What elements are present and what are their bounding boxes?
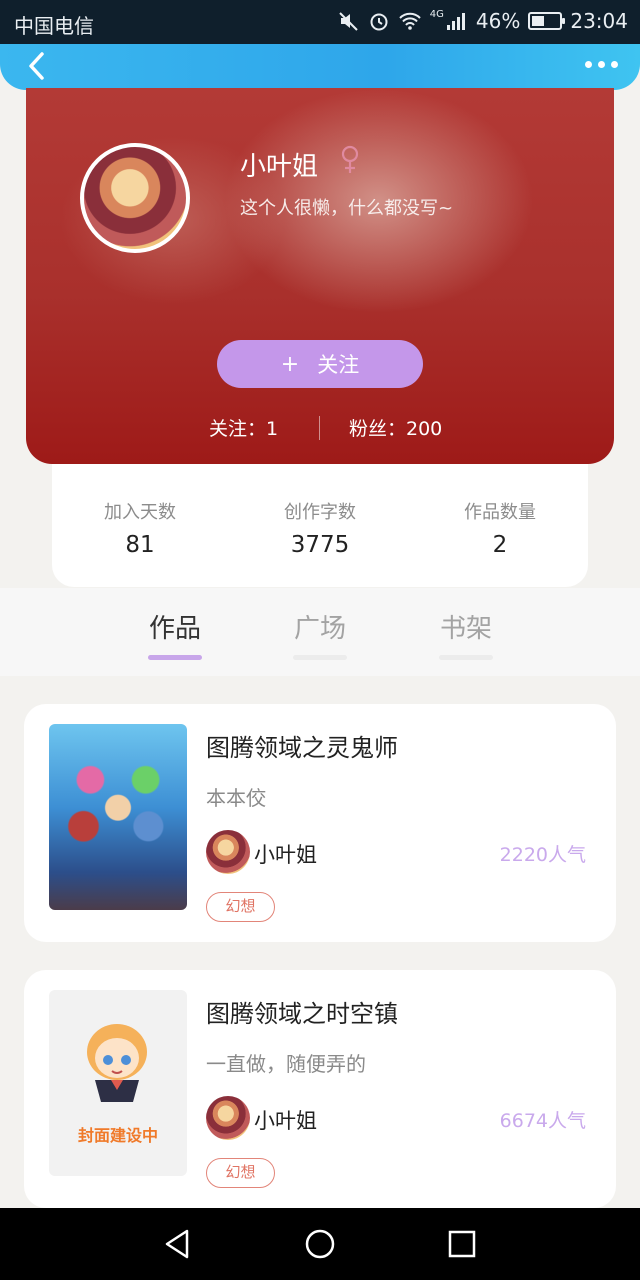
signal-icon	[446, 13, 465, 30]
book-card[interactable]: 封面建设中 图腾领域之时空镇 一直做，随便弄的 小叶姐 6674人气 幻想	[24, 970, 616, 1208]
plus-icon: +	[280, 351, 300, 377]
author-name[interactable]: 小叶姐	[254, 1105, 317, 1135]
book-cover-art	[49, 724, 187, 910]
stat-word-count: 创作字数 3775	[240, 498, 400, 558]
book-cover[interactable]: 封面建设中	[49, 990, 187, 1176]
clock-time: 23:04	[570, 9, 628, 33]
stats-divider	[319, 416, 320, 440]
carrier-name: 中国电信	[14, 14, 94, 38]
profile-header: 小叶姐 这个人很懒，什么都没写~ + 关注 关注：1 粉丝：200	[26, 88, 614, 464]
genre-tag[interactable]: 幻想	[206, 1158, 275, 1188]
user-bio: 这个人很懒，什么都没写~	[240, 198, 454, 219]
follow-button[interactable]: + 关注	[217, 340, 423, 388]
author-name[interactable]: 小叶姐	[254, 839, 317, 869]
book-card[interactable]: 图腾领域之灵鬼师 本本佼 小叶姐 2220人气 幻想	[24, 704, 616, 942]
book-cover[interactable]	[49, 724, 187, 910]
system-home-icon[interactable]	[302, 1226, 338, 1262]
system-back-icon[interactable]	[160, 1226, 196, 1262]
stat-label: 创作字数	[284, 502, 356, 523]
stat-value: 2	[492, 532, 508, 558]
follow-button-label: 关注	[317, 353, 360, 377]
fans-count[interactable]: 粉丝：200	[349, 414, 442, 441]
alarm-icon	[370, 13, 388, 31]
more-dot	[598, 60, 605, 68]
book-description: 一直做，随便弄的	[206, 1052, 366, 1076]
stat-join-days: 加入天数 81	[60, 498, 220, 558]
author-row: 小叶姐 2220人气	[206, 830, 586, 874]
more-options-button[interactable]	[578, 52, 618, 76]
battery-icon	[528, 12, 566, 30]
tab-label: 作品	[148, 614, 201, 644]
book-title[interactable]: 图腾领域之灵鬼师	[206, 728, 398, 763]
stat-value: 3775	[290, 532, 350, 558]
network-type-label: 4G	[429, 9, 444, 20]
status-icons: 4G 46% 23:04	[338, 9, 628, 33]
tab-underline	[293, 655, 347, 660]
battery-percent: 46%	[475, 9, 521, 33]
user-avatar[interactable]	[80, 143, 190, 253]
author-row: 小叶姐 6674人气	[206, 1096, 586, 1140]
back-chevron-icon[interactable]	[20, 48, 56, 84]
stat-label: 作品数量	[464, 502, 536, 523]
author-avatar[interactable]	[206, 1096, 250, 1140]
tab-label: 广场	[293, 614, 346, 644]
genre-tag[interactable]: 幻想	[206, 892, 275, 922]
tab-label: 书架	[439, 614, 492, 644]
following-count[interactable]: 关注：1	[209, 414, 278, 441]
tab-underline	[439, 655, 493, 660]
popularity-count: 6674人气	[499, 1110, 586, 1132]
chibi-mascot-icon	[87, 1024, 147, 1102]
cover-placeholder-text: 封面建设中	[77, 1126, 158, 1145]
author-avatar[interactable]	[206, 830, 250, 874]
username: 小叶姐	[240, 152, 319, 182]
tab-works[interactable]: 作品	[130, 608, 220, 660]
more-dot	[585, 60, 592, 68]
wifi-icon	[399, 12, 421, 30]
stat-label: 加入天数	[104, 502, 176, 523]
top-nav-bar	[0, 44, 640, 90]
tab-bookshelf[interactable]: 书架	[421, 608, 511, 660]
tab-underline	[148, 655, 202, 660]
more-dot	[611, 60, 618, 68]
tab-square[interactable]: 广场	[275, 608, 365, 660]
stat-value: 81	[125, 532, 155, 558]
stat-work-count: 作品数量 2	[420, 498, 580, 558]
system-recents-icon[interactable]	[444, 1226, 480, 1262]
mute-icon	[339, 12, 358, 31]
system-navigation-bar	[0, 1208, 640, 1280]
content-tabs: 作品 广场 书架	[0, 588, 640, 676]
cover-placeholder: 封面建设中	[49, 990, 187, 1176]
female-gender-icon	[341, 145, 359, 173]
book-title[interactable]: 图腾领域之时空镇	[206, 994, 398, 1029]
book-description: 本本佼	[206, 786, 266, 810]
status-bar: 中国电信 4G 46% 23:04	[0, 0, 640, 44]
popularity-count: 2220人气	[499, 844, 586, 866]
battery-fill	[532, 16, 545, 26]
creator-stats-panel: 加入天数 81 创作字数 3775 作品数量 2	[52, 464, 588, 587]
